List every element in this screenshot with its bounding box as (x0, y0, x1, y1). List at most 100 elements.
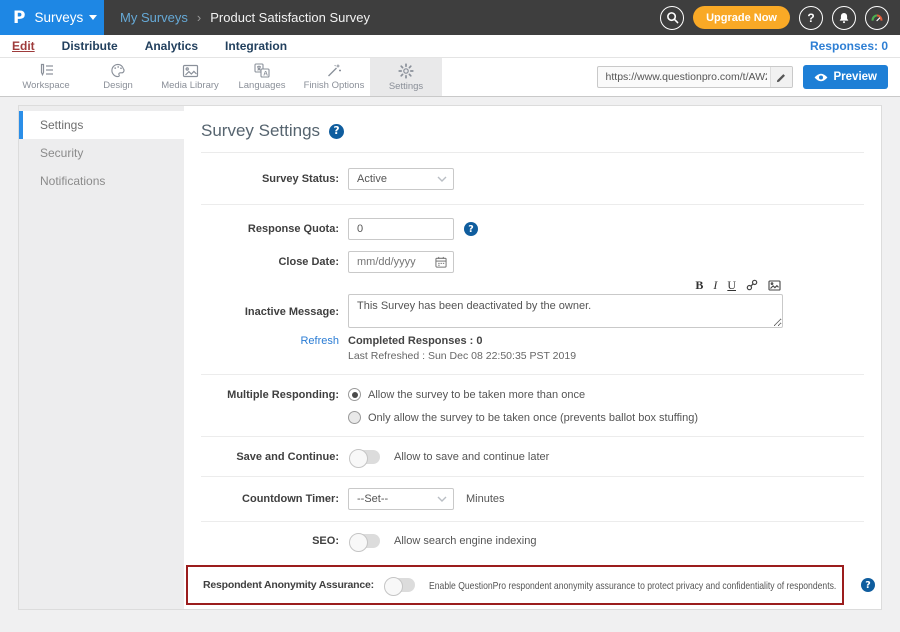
tab-finish-options[interactable]: Finish Options (298, 58, 370, 96)
tab-settings[interactable]: Settings (370, 58, 442, 96)
countdown-timer-select[interactable]: --Set-- (348, 488, 454, 510)
inactive-message-editor: B I U This Survey has been deactivated b… (348, 273, 783, 333)
tab-languages[interactable]: A Languages (226, 58, 298, 96)
survey-url-input[interactable] (598, 71, 770, 83)
seo-text: Allow search engine indexing (394, 535, 536, 547)
breadcrumb-current-survey: Product Satisfaction Survey (210, 10, 370, 25)
seo-toggle[interactable] (350, 534, 380, 548)
pencil-icon (776, 72, 787, 83)
save-continue-text: Allow to save and continue later (394, 451, 549, 463)
search-icon (666, 11, 679, 24)
gear-icon (398, 63, 414, 79)
anonymity-help-icon[interactable]: ? (861, 578, 875, 592)
close-date-row: Close Date: (201, 251, 864, 273)
search-button[interactable] (660, 6, 684, 30)
insert-image-icon[interactable] (768, 280, 781, 291)
underline-button[interactable]: U (727, 279, 736, 291)
tab-analytics[interactable]: Analytics (145, 39, 198, 53)
countdown-timer-row: Countdown Timer: --Set-- Minutes (201, 477, 864, 521)
header-actions: Upgrade Now ? (660, 0, 900, 35)
bold-button[interactable]: B (695, 279, 703, 291)
product-switcher[interactable]: P Surveys (0, 0, 104, 35)
svg-text:A: A (263, 70, 268, 77)
top-header: P Surveys My Surveys › Product Satisfact… (0, 0, 900, 35)
response-quota-row: Response Quota: ? (201, 218, 864, 240)
radio-unchecked-icon[interactable] (348, 411, 361, 424)
survey-status-value: Active (357, 173, 387, 185)
tool-label: Finish Options (304, 80, 365, 91)
tool-label: Design (103, 80, 133, 91)
radio-option-once[interactable]: Only allow the survey to be taken once (… (348, 411, 698, 424)
tool-label: Settings (389, 81, 423, 92)
chevron-down-icon (89, 15, 97, 20)
responses-count[interactable]: Responses: 0 (810, 39, 888, 53)
multiple-responding-options: Allow the survey to be taken more than o… (348, 388, 698, 424)
survey-nav: Edit Distribute Analytics Integration Re… (0, 35, 900, 57)
italic-button[interactable]: I (713, 279, 717, 291)
translate-icon: A (254, 63, 270, 78)
tab-integration[interactable]: Integration (225, 39, 287, 53)
tab-workspace[interactable]: Workspace (10, 58, 82, 96)
chevron-down-icon (437, 496, 447, 502)
sidebar-item-label: Settings (40, 118, 83, 132)
breadcrumb-my-surveys[interactable]: My Surveys (120, 10, 188, 25)
close-date-input[interactable] (349, 256, 435, 268)
radio-checked-icon[interactable] (348, 388, 361, 401)
radio-option-multiple[interactable]: Allow the survey to be taken more than o… (348, 388, 698, 401)
app-menu-label: Surveys (34, 10, 83, 25)
radio-option-label: Allow the survey to be taken more than o… (368, 389, 585, 401)
close-date-label: Close Date: (201, 256, 348, 268)
settings-sidebar: Settings Security Notifications (19, 106, 184, 609)
anonymity-label: Respondent Anonymity Assurance: (203, 579, 383, 591)
sidebar-item-label: Security (40, 146, 83, 160)
notifications-button[interactable] (832, 6, 856, 30)
calendar-icon[interactable] (435, 256, 453, 268)
page-title: Survey Settings (201, 121, 320, 141)
inactive-message-label: Inactive Message: (201, 273, 348, 318)
inactive-message-input[interactable]: This Survey has been deactivated by the … (348, 294, 783, 328)
feedback-gauge-button[interactable] (865, 6, 889, 30)
multiple-responding-row: Multiple Responding: Allow the survey to… (201, 375, 864, 436)
survey-status-select[interactable]: Active (348, 168, 454, 190)
radio-option-label: Only allow the survey to be taken once (… (368, 412, 698, 424)
tab-edit[interactable]: Edit (12, 39, 35, 53)
tab-distribute[interactable]: Distribute (62, 39, 118, 53)
tab-media-library[interactable]: Media Library (154, 58, 226, 96)
countdown-timer-label: Countdown Timer: (201, 493, 348, 505)
tab-design[interactable]: Design (82, 58, 154, 96)
sidebar-item-security[interactable]: Security (19, 139, 184, 167)
toolbar-right: Preview (597, 58, 900, 96)
response-quota-input[interactable] (348, 218, 454, 240)
page-title-row: Survey Settings ? (201, 106, 864, 153)
sidebar-item-notifications[interactable]: Notifications (19, 167, 184, 195)
countdown-minutes-label: Minutes (466, 493, 505, 505)
edit-url-button[interactable] (770, 67, 792, 87)
survey-status-row: Survey Status: Active (201, 153, 864, 204)
preview-button[interactable]: Preview (803, 65, 888, 89)
breadcrumb-separator: › (197, 10, 201, 25)
content-area: Settings Security Notifications Survey S… (0, 97, 900, 610)
seo-label: SEO: (201, 535, 348, 547)
sidebar-item-settings[interactable]: Settings (19, 111, 184, 139)
upgrade-now-button[interactable]: Upgrade Now (693, 6, 790, 29)
anonymity-text-wrap: Enable QuestionPro respondent anonymity … (429, 576, 861, 594)
editor-toolbar: B I U (348, 279, 781, 291)
help-button[interactable]: ? (799, 6, 823, 30)
refresh-link[interactable]: Refresh (201, 335, 348, 347)
settings-main: Survey Settings ? Survey Status: Active … (184, 106, 881, 609)
title-help-icon[interactable]: ? (329, 124, 344, 139)
anonymity-toggle[interactable] (385, 578, 415, 592)
edit-toolbar: Workspace Design Media Library A Languag… (0, 57, 900, 97)
anonymity-text: Enable QuestionPro respondent anonymity … (429, 580, 836, 592)
link-icon[interactable] (746, 279, 758, 291)
eye-icon (814, 73, 828, 82)
response-quota-help-icon[interactable]: ? (464, 222, 478, 236)
save-continue-toggle[interactable] (350, 450, 380, 464)
multiple-responding-label: Multiple Responding: (201, 388, 348, 401)
bell-icon (838, 12, 850, 24)
inactive-message-row: Inactive Message: B I U (201, 273, 864, 333)
chevron-down-icon (437, 176, 447, 182)
preview-label: Preview (834, 71, 877, 83)
app-window: P Surveys My Surveys › Product Satisfact… (0, 0, 900, 632)
seo-row: SEO: Allow search engine indexing (201, 522, 864, 558)
